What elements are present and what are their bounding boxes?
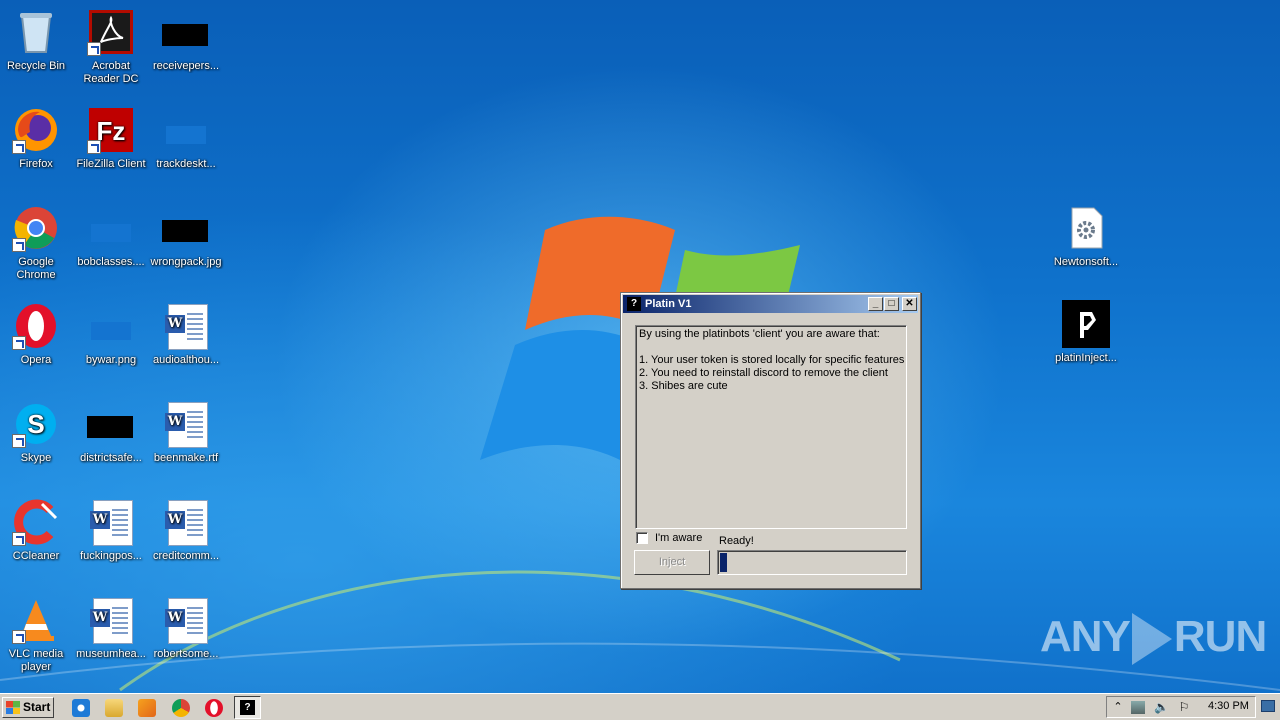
anyrun-watermark: ANY RUN [1040, 612, 1267, 666]
close-button[interactable]: ✕ [902, 297, 917, 311]
chrome-icon [12, 204, 60, 252]
show-desktop-icon[interactable] [1261, 700, 1275, 712]
terms-textbox[interactable]: By using the platinbots 'client' you are… [635, 325, 907, 529]
desktop-icon-ccleaner[interactable]: CCleaner [0, 498, 74, 563]
action-center-flag-icon[interactable]: ⚐ [1177, 701, 1191, 714]
word-doc-icon: W [162, 400, 210, 448]
inject-button[interactable]: Inject [634, 550, 710, 575]
desktop-icon-google-chrome[interactable]: Google Chrome [0, 204, 74, 282]
desktop-icon-acrobat[interactable]: Acrobat Reader DC [73, 8, 149, 86]
filezilla-icon: Fz [87, 106, 135, 154]
desktop-icon-vlc[interactable]: VLC media player [0, 596, 74, 674]
desktop-icon-beenmake[interactable]: W beenmake.rtf [148, 400, 224, 465]
desktop-icon-creditcomm[interactable]: W creditcomm... [148, 498, 224, 563]
desktop-icon-skype[interactable]: S Skype [0, 400, 74, 465]
shortcut-arrow-icon [87, 42, 101, 56]
shortcut-arrow-icon [12, 630, 26, 644]
blank-file-icon [87, 204, 135, 252]
word-doc-icon: W [87, 498, 135, 546]
taskbar: Start ? ⌃ 🔈 ⚐ 4:30 PM [0, 693, 1280, 720]
status-label: Ready! [719, 535, 754, 547]
acrobat-icon [87, 8, 135, 56]
terms-line: 3. Shibes are cute [639, 380, 728, 392]
firefox-icon [12, 106, 60, 154]
desktop-icon-audioalthou[interactable]: W audioalthou... [148, 302, 224, 367]
desktop-icon-bobclasses[interactable]: bobclasses.... [73, 204, 149, 269]
dialog-title: Platin V1 [645, 298, 692, 310]
platin-taskbar-icon: ? [240, 700, 255, 715]
desktop-icon-platininject[interactable]: platinInject... [1048, 300, 1124, 365]
desktop-icon-wrongpack[interactable]: wrongpack.jpg [148, 204, 224, 269]
ccleaner-icon [12, 498, 60, 546]
opera-taskbar-icon[interactable] [205, 699, 223, 717]
word-doc-icon: W [162, 596, 210, 644]
recycle-bin-icon [12, 8, 60, 56]
skype-icon: S [12, 400, 60, 448]
desktop-icon-receivepers[interactable]: receivepers... [148, 8, 224, 73]
progress-fill [720, 553, 727, 572]
shortcut-arrow-icon [12, 238, 26, 252]
desktop-icon-newtonsoft[interactable]: Newtonsoft... [1048, 204, 1124, 269]
black-file-icon [162, 204, 210, 252]
word-doc-icon: W [87, 596, 135, 644]
black-file-icon [162, 8, 210, 56]
dialog-title-bar[interactable]: ? Platin V1 _ □ ✕ [623, 295, 918, 313]
start-label: Start [23, 700, 51, 714]
maximize-button[interactable]: □ [884, 297, 899, 311]
shortcut-arrow-icon [12, 532, 26, 546]
black-file-icon [87, 400, 135, 448]
desktop-icon-museumhea[interactable]: W museumhea... [73, 596, 149, 661]
blank-file-icon [162, 106, 210, 154]
play-logo-icon [1131, 613, 1172, 666]
desktop-icon-fuckingpos[interactable]: W fuckingpos... [73, 498, 149, 563]
desktop-icon-opera[interactable]: Opera [0, 302, 74, 367]
shortcut-arrow-icon [12, 336, 26, 350]
platin-dialog: ? Platin V1 _ □ ✕ By using the platinbot… [620, 292, 921, 589]
desktop-icon-trackdeskt[interactable]: trackdeskt... [148, 106, 224, 171]
aware-checkbox[interactable] [636, 532, 648, 544]
inject-progress-bar [717, 550, 907, 575]
desktop-icon-recycle-bin[interactable]: Recycle Bin [0, 8, 74, 73]
svg-text:S: S [27, 409, 44, 439]
terms-line: By using the platinbots 'client' you are… [639, 328, 880, 340]
shortcut-arrow-icon [87, 140, 101, 154]
explorer-folder-icon[interactable] [105, 699, 123, 717]
opera-icon [12, 302, 60, 350]
desktop-icon-bywar[interactable]: bywar.png [73, 302, 149, 367]
terms-line: 2. You need to reinstall discord to remo… [639, 367, 888, 379]
platin-icon [1062, 300, 1110, 348]
watermark-right: RUN [1173, 612, 1267, 661]
desktop-icon-filezilla[interactable]: Fz FileZilla Client [73, 106, 149, 171]
shortcut-arrow-icon [12, 434, 26, 448]
media-player-icon[interactable] [138, 699, 156, 717]
tray-expand-icon[interactable]: ⌃ [1111, 701, 1125, 714]
network-icon[interactable] [1131, 701, 1145, 714]
platin-app-icon: ? [627, 297, 641, 311]
word-doc-icon: W [162, 302, 210, 350]
clock[interactable]: 4:30 PM [1208, 700, 1249, 712]
terms-line: 1. Your user token is stored locally for… [639, 354, 905, 366]
taskbar-platin-app[interactable]: ? [234, 696, 261, 719]
settings-file-icon [1062, 204, 1110, 252]
volume-icon[interactable]: 🔈 [1154, 701, 1169, 714]
word-doc-icon: W [162, 498, 210, 546]
shortcut-arrow-icon [12, 140, 26, 154]
desktop-icon-firefox[interactable]: Firefox [0, 106, 74, 171]
vlc-icon [12, 596, 60, 644]
watermark-left: ANY [1040, 612, 1131, 661]
windows-logo-icon [6, 701, 20, 714]
start-button[interactable]: Start [2, 697, 54, 718]
aware-checkbox-label[interactable]: I'm aware [655, 532, 702, 544]
chrome-taskbar-icon[interactable] [172, 699, 190, 717]
desktop-icon-robertsome[interactable]: W robertsome... [148, 596, 224, 661]
desktop-icon-districtsafe[interactable]: districtsafe... [73, 400, 149, 465]
blank-file-icon [87, 302, 135, 350]
minimize-button[interactable]: _ [868, 297, 883, 311]
internet-explorer-icon[interactable] [72, 699, 90, 717]
terms-line [639, 341, 903, 354]
